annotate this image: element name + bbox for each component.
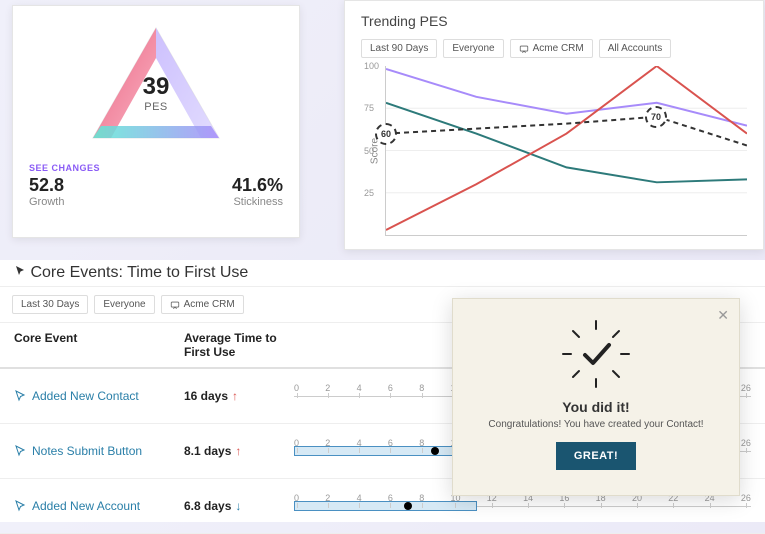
filter-chip[interactable]: Acme CRM bbox=[510, 39, 593, 58]
see-changes-link[interactable]: SEE CHANGES bbox=[29, 163, 283, 173]
line-chart-svg bbox=[386, 66, 747, 235]
marker-b: 70 bbox=[645, 106, 667, 128]
axis-tick: 4 bbox=[357, 493, 362, 503]
pointer-icon bbox=[14, 500, 26, 512]
axis-tick: 6 bbox=[388, 438, 393, 448]
growth-value: 52.8 bbox=[29, 175, 64, 196]
y-tick: 25 bbox=[364, 188, 374, 198]
arrow-up-icon: ↑ bbox=[232, 389, 238, 403]
pointer-icon bbox=[14, 390, 26, 402]
stickiness-metric: 41.6% Stickiness bbox=[232, 175, 283, 208]
axis-tick: 0 bbox=[294, 493, 299, 503]
message-icon bbox=[519, 44, 529, 54]
event-link[interactable]: Notes Submit Button bbox=[14, 444, 184, 458]
stickiness-label: Stickiness bbox=[232, 196, 283, 208]
axis-tick: 0 bbox=[294, 438, 299, 448]
avg-value: 16 days↑ bbox=[184, 389, 294, 403]
y-tick: 100 bbox=[364, 61, 379, 71]
event-link[interactable]: Added New Account bbox=[14, 499, 184, 513]
filter-chip[interactable]: Last 30 Days bbox=[12, 295, 88, 314]
pes-card: 39 PES SEE CHANGES 52.8 Growth 41.6% Sti… bbox=[12, 5, 300, 238]
axis-tick: 26 bbox=[741, 438, 751, 448]
axis-tick: 0 bbox=[294, 383, 299, 393]
axis-tick: 6 bbox=[388, 383, 393, 393]
y-tick: 50 bbox=[364, 146, 374, 156]
growth-metric: 52.8 Growth bbox=[29, 175, 64, 208]
axis-tick: 6 bbox=[388, 493, 393, 503]
axis-tick: 2 bbox=[325, 493, 330, 503]
message-icon bbox=[170, 300, 180, 310]
filter-chip[interactable]: Everyone bbox=[443, 39, 503, 58]
axis-tick: 8 bbox=[419, 438, 424, 448]
axis-tick: 26 bbox=[741, 383, 751, 393]
avg-value: 8.1 days↑ bbox=[184, 444, 294, 458]
axis-tick: 4 bbox=[357, 383, 362, 393]
axis-tick: 26 bbox=[741, 493, 751, 503]
axis-tick: 8 bbox=[419, 383, 424, 393]
avg-value: 6.8 days↓ bbox=[184, 499, 294, 513]
success-modal: ✕ You did it! Congratulations! You have … bbox=[452, 298, 740, 496]
pointer-icon bbox=[14, 445, 26, 457]
modal-text: Congratulations! You have created your C… bbox=[467, 419, 725, 430]
modal-title: You did it! bbox=[467, 399, 725, 415]
trending-filter-bar: Last 90 Days Everyone Acme CRM All Accou… bbox=[361, 39, 747, 58]
filter-chip[interactable]: Acme CRM bbox=[161, 295, 244, 314]
stickiness-value: 41.6% bbox=[232, 175, 283, 196]
pes-value: 39 bbox=[143, 73, 170, 101]
col-avg-time: Average Time to First Use bbox=[184, 331, 294, 359]
great-button[interactable]: GREAT! bbox=[556, 442, 636, 470]
arrow-down-icon: ↓ bbox=[235, 499, 241, 513]
axis-tick: 2 bbox=[325, 383, 330, 393]
close-icon[interactable]: ✕ bbox=[717, 307, 729, 324]
y-tick: 75 bbox=[364, 103, 374, 113]
event-link[interactable]: Added New Contact bbox=[14, 389, 184, 403]
axis-tick: 2 bbox=[325, 438, 330, 448]
cursor-icon bbox=[14, 265, 26, 277]
pes-triangle-chart: 39 PES bbox=[81, 18, 231, 148]
trending-line-chart: Score 100 75 50 25 60 70 bbox=[385, 66, 747, 236]
filter-chip[interactable]: Last 90 Days bbox=[361, 39, 437, 58]
axis-tick: 8 bbox=[419, 493, 424, 503]
axis-tick: 4 bbox=[357, 438, 362, 448]
growth-label: Growth bbox=[29, 196, 64, 208]
core-events-title: Core Events: Time to First Use bbox=[0, 260, 765, 286]
pes-label: PES bbox=[143, 101, 170, 113]
trending-pes-card: Trending PES Last 90 Days Everyone Acme … bbox=[344, 0, 764, 250]
trending-title: Trending PES bbox=[361, 13, 747, 29]
arrow-up-icon: ↑ bbox=[235, 444, 241, 458]
filter-chip[interactable]: All Accounts bbox=[599, 39, 671, 58]
filter-chip[interactable]: Everyone bbox=[94, 295, 154, 314]
marker-a: 60 bbox=[375, 123, 397, 145]
col-core-event: Core Event bbox=[14, 331, 184, 359]
success-burst-icon bbox=[561, 319, 631, 389]
